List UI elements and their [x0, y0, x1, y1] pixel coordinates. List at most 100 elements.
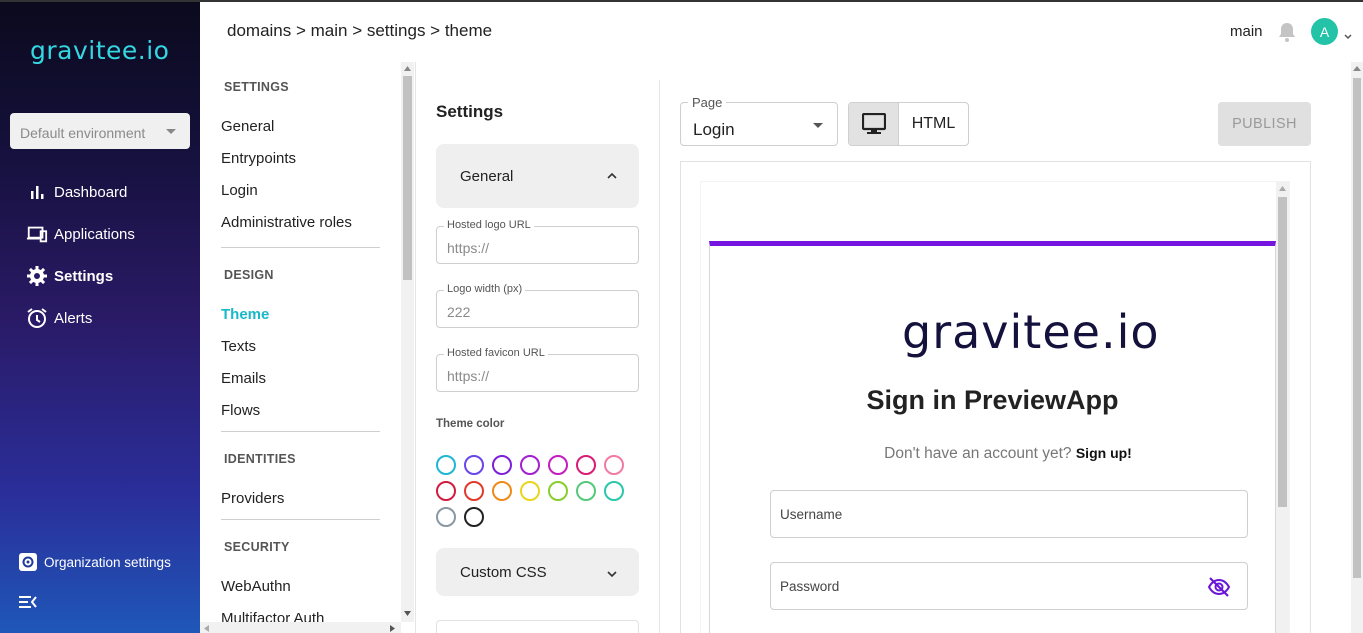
next-panel	[436, 620, 639, 633]
nav-item-settings[interactable]: Settings	[26, 264, 113, 288]
username-input[interactable]: Username	[770, 490, 1248, 538]
scroll-down-arrow-icon[interactable]	[404, 611, 411, 616]
user-avatar[interactable]: A	[1311, 18, 1338, 45]
nav-item-applications[interactable]: Applications	[26, 222, 135, 246]
alarm-clock-icon	[26, 307, 48, 329]
subnav-item-administrative-roles[interactable]: Administrative roles	[221, 214, 352, 231]
page-select-value: Login	[693, 120, 735, 139]
settings-subnav: SETTINGS General Entrypoints Login Admin…	[200, 62, 415, 633]
divider	[221, 519, 380, 520]
hosted-favicon-url-field[interactable]: Hosted favicon URL	[436, 347, 639, 392]
devices-icon	[26, 223, 48, 245]
theme-color-swatch[interactable]	[436, 481, 456, 501]
theme-color-swatch[interactable]	[464, 481, 484, 501]
settings-title: Settings	[436, 102, 504, 121]
column-divider	[659, 80, 660, 633]
subnav-item-texts[interactable]: Texts	[221, 338, 256, 355]
subnav-item-theme[interactable]: Theme	[221, 306, 269, 323]
hosted-favicon-url-input[interactable]	[447, 368, 627, 384]
environment-select-value: Default environment	[20, 125, 146, 141]
nav-item-dashboard[interactable]: Dashboard	[26, 180, 127, 204]
organization-settings-link[interactable]: Organization settings	[18, 552, 171, 572]
scroll-up-arrow-icon[interactable]	[1279, 186, 1286, 191]
hosted-logo-url-field[interactable]: Hosted logo URL	[436, 219, 639, 264]
theme-color-swatch[interactable]	[436, 455, 456, 475]
gear-icon	[26, 265, 48, 287]
preview-mode-toggle: HTML	[848, 102, 969, 146]
chevron-down-icon[interactable]	[1344, 28, 1352, 40]
scrollbar-thumb[interactable]	[1353, 78, 1361, 578]
signin-title: Sign in PreviewApp	[866, 385, 1119, 415]
environment-select[interactable]: Default environment	[10, 113, 190, 149]
eye-off-icon[interactable]	[1207, 576, 1231, 598]
theme-color-swatch[interactable]	[464, 455, 484, 475]
page-select-label: Page	[688, 95, 727, 110]
collapse-menu-icon[interactable]	[18, 592, 38, 612]
nav-item-label: Dashboard	[54, 183, 128, 201]
theme-color-swatch[interactable]	[520, 481, 540, 501]
password-placeholder: Password	[780, 579, 840, 594]
breadcrumb: domains > main > settings > theme	[227, 21, 493, 40]
theme-color-swatch[interactable]	[548, 481, 568, 501]
main-navigation: gravitee.io Default environment Dashboar…	[0, 2, 200, 633]
chevron-down-icon	[607, 571, 617, 578]
theme-color-swatch[interactable]	[520, 455, 540, 475]
subnav-item-entrypoints[interactable]: Entrypoints	[221, 150, 296, 167]
desktop-preview-button[interactable]	[849, 103, 899, 145]
nav-item-label: Settings	[54, 267, 114, 285]
top-border	[0, 0, 1363, 2]
theme-color-swatch[interactable]	[464, 507, 484, 527]
scroll-up-arrow-icon[interactable]	[404, 66, 411, 71]
subnav-item-flows[interactable]: Flows	[221, 402, 260, 419]
theme-color-swatch[interactable]	[604, 481, 624, 501]
chevron-down-icon	[813, 123, 823, 128]
html-preview-button[interactable]: HTML	[899, 103, 968, 145]
theme-color-swatch[interactable]	[576, 455, 596, 475]
nav-item-label: Applications	[54, 225, 135, 243]
theme-color-swatch[interactable]	[548, 455, 568, 475]
section-title-settings: SETTINGS	[224, 80, 289, 94]
scrollbar-thumb[interactable]	[403, 76, 412, 280]
nav-item-alerts[interactable]: Alerts	[26, 306, 92, 330]
bell-icon[interactable]	[1278, 22, 1296, 42]
page-select[interactable]: Page Login	[680, 95, 838, 146]
subnav-item-webauthn[interactable]: WebAuthn	[221, 578, 291, 595]
subnav-item-general[interactable]: General	[221, 118, 274, 135]
logo-width-field[interactable]: Logo width (px) 222	[436, 283, 639, 328]
subnav-scrollbar[interactable]	[401, 62, 414, 622]
theme-color-label: Theme color	[436, 418, 505, 430]
subnav-item-providers[interactable]: Providers	[221, 490, 284, 507]
preview-scrollbar[interactable]	[1276, 182, 1289, 633]
scroll-right-arrow-icon[interactable]	[390, 625, 395, 632]
password-input[interactable]: Password	[770, 562, 1248, 610]
desktop-icon	[861, 113, 886, 134]
subnav-item-emails[interactable]: Emails	[221, 370, 266, 387]
section-title-identities: IDENTITIES	[224, 452, 296, 466]
field-label: Hosted favicon URL	[444, 347, 548, 359]
page-scrollbar[interactable]	[1351, 62, 1363, 633]
theme-color-swatch[interactable]	[436, 507, 456, 527]
publish-button[interactable]: PUBLISH	[1218, 102, 1311, 146]
section-title-design: DESIGN	[224, 268, 274, 282]
logo-width-input[interactable]: 222	[447, 304, 627, 320]
signup-prompt: Don't have an account yet? Sign up!	[709, 445, 1307, 463]
domain-name: main	[1230, 23, 1263, 40]
theme-color-swatch[interactable]	[604, 455, 624, 475]
subnav-horizontal-scrollbar[interactable]	[200, 622, 401, 633]
section-title-security: SECURITY	[224, 540, 290, 554]
divider	[221, 431, 380, 432]
scroll-up-arrow-icon[interactable]	[1353, 66, 1361, 71]
general-panel-header[interactable]: General	[436, 144, 639, 208]
custom-css-panel-header[interactable]: Custom CSS	[436, 548, 639, 596]
subnav-item-login[interactable]: Login	[221, 182, 258, 199]
gravitee-logo[interactable]: gravitee.io	[30, 36, 169, 65]
divider	[221, 247, 380, 248]
signup-link[interactable]: Sign up!	[1076, 445, 1132, 461]
hosted-logo-url-input[interactable]	[447, 240, 627, 256]
theme-color-swatch[interactable]	[492, 455, 512, 475]
theme-color-swatch[interactable]	[492, 481, 512, 501]
theme-color-swatch[interactable]	[576, 481, 596, 501]
nav-item-label: Alerts	[54, 309, 93, 327]
scroll-left-arrow-icon[interactable]	[204, 625, 209, 632]
field-label: Hosted logo URL	[444, 219, 534, 231]
